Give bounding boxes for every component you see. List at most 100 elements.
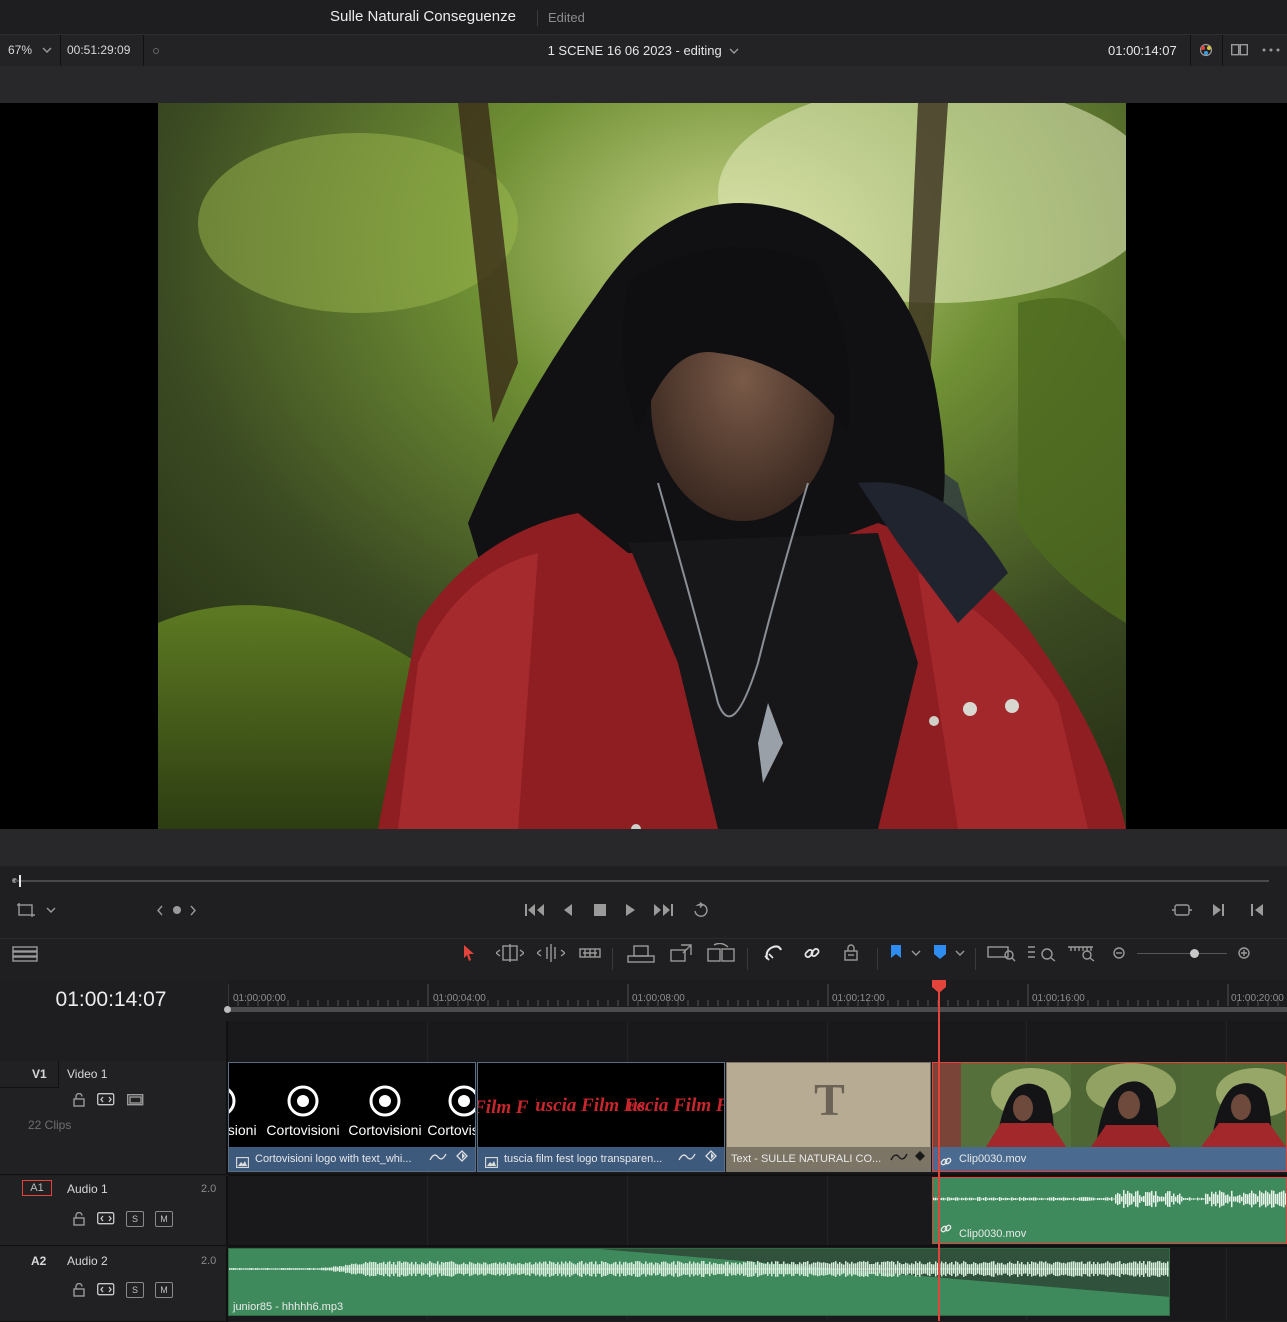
- replace-icon[interactable]: [706, 943, 736, 963]
- keyframe-icon[interactable]: [456, 1150, 468, 1165]
- waveform-bar: [1017, 1198, 1019, 1200]
- go-first-icon[interactable]: [525, 903, 545, 917]
- waveform-bar: [965, 1197, 967, 1201]
- chevron-down-icon[interactable]: [955, 950, 965, 957]
- chevron-down-icon[interactable]: [729, 48, 739, 55]
- timeline-ruler[interactable]: [228, 980, 1287, 1021]
- next-marker-icon[interactable]: [189, 905, 197, 916]
- flag-icon[interactable]: [890, 944, 902, 962]
- solo-button[interactable]: S: [126, 1282, 144, 1298]
- curve-icon[interactable]: [429, 1151, 447, 1166]
- timeline-timecode[interactable]: 01:00:14:07: [0, 988, 222, 1012]
- waveform-bar: [1055, 1198, 1057, 1200]
- track-header-a2[interactable]: A2 Audio 2 2.0 S M: [0, 1247, 228, 1322]
- waveform-bar: [1269, 1193, 1271, 1205]
- waveform-bar: [1013, 1197, 1015, 1201]
- keyframe-icon[interactable]: [705, 1150, 717, 1165]
- loop-icon[interactable]: [692, 902, 712, 918]
- track-name[interactable]: Video 1: [67, 1067, 107, 1081]
- snap-icon[interactable]: [763, 944, 783, 962]
- step-back-icon[interactable]: [562, 903, 574, 917]
- prev-edit-icon[interactable]: [1250, 903, 1264, 917]
- scrubber-handle[interactable]: [19, 875, 21, 887]
- waveform-bar: [953, 1198, 955, 1200]
- curve-icon[interactable]: [678, 1151, 696, 1166]
- lock-icon[interactable]: [73, 1283, 85, 1297]
- audio-clip-clip0030[interactable]: Clip0030.mov: [932, 1177, 1287, 1244]
- waveform-bar: [1091, 1197, 1093, 1201]
- go-last-icon[interactable]: [653, 903, 673, 917]
- more-options-icon[interactable]: [1262, 48, 1280, 52]
- waveform-bar: [1031, 1197, 1033, 1201]
- zoom-custom-icon[interactable]: [1067, 944, 1097, 962]
- stop-icon[interactable]: [593, 903, 607, 917]
- waveform-bar: [1247, 1194, 1249, 1204]
- toolbar-divider: [747, 948, 748, 970]
- mute-button[interactable]: M: [155, 1211, 173, 1227]
- prev-marker-icon[interactable]: [156, 905, 164, 916]
- waveform-bar: [1169, 1191, 1171, 1207]
- blade-icon[interactable]: [579, 944, 601, 962]
- color-wheel-icon[interactable]: [1198, 42, 1214, 58]
- logo-thumb: Tuscia Film Fest: [478, 1077, 550, 1137]
- waveform-bar: [941, 1197, 943, 1201]
- video-clip-tuscia[interactable]: Tuscia Film Fest Tuscia Film Fest Tuscia…: [477, 1062, 725, 1172]
- track-name[interactable]: Audio 1: [67, 1182, 108, 1196]
- auto-select-icon[interactable]: [97, 1283, 115, 1296]
- waveform-bar: [1231, 1190, 1233, 1208]
- lock-icon[interactable]: [73, 1212, 85, 1226]
- next-edit-icon[interactable]: [1212, 903, 1226, 917]
- track-name[interactable]: Audio 2: [67, 1254, 108, 1268]
- track-visibility-icon[interactable]: [127, 1094, 144, 1106]
- zoom-full-icon[interactable]: [987, 944, 1017, 962]
- solo-button[interactable]: S: [126, 1211, 144, 1227]
- marker-dot-icon[interactable]: [173, 906, 181, 914]
- zoom-detail-icon[interactable]: [1027, 944, 1057, 962]
- pointer-icon[interactable]: [462, 944, 476, 962]
- waveform-bar: [1167, 1191, 1169, 1207]
- crop-icon[interactable]: [17, 903, 35, 917]
- audio-clip-music[interactable]: junior85 - hhhhh6.mp3: [228, 1248, 1170, 1316]
- video-clip-clip0030[interactable]: Clip0030.mov: [932, 1062, 1287, 1172]
- timeline-name[interactable]: 1 SCENE 16 06 2023 - editing: [0, 43, 1287, 58]
- zoom-slider-track[interactable]: [1137, 953, 1227, 954]
- link-icon[interactable]: [803, 944, 821, 962]
- zoom-out-icon[interactable]: [1113, 947, 1125, 959]
- track-header-a1[interactable]: A1 Audio 1 2.0 S M: [0, 1176, 228, 1246]
- toolbar-divider: [975, 948, 976, 970]
- insert-icon[interactable]: [627, 944, 655, 964]
- transport-bar: [0, 866, 1287, 938]
- chevron-down-icon[interactable]: [46, 907, 56, 914]
- lock-icon[interactable]: [73, 1093, 85, 1107]
- auto-select-icon[interactable]: [97, 1212, 115, 1225]
- waveform-bar: [1087, 1197, 1089, 1201]
- link-icon: [940, 1153, 952, 1171]
- dynamic-trim-icon[interactable]: [537, 944, 565, 962]
- dual-viewer-icon[interactable]: [1231, 44, 1248, 56]
- chevron-down-icon[interactable]: [911, 950, 921, 957]
- zoom-in-icon[interactable]: [1238, 947, 1250, 959]
- match-frame-icon[interactable]: [1172, 903, 1192, 917]
- timeline-options-icon[interactable]: [12, 946, 38, 962]
- mute-button[interactable]: M: [155, 1282, 173, 1298]
- playhead[interactable]: [938, 986, 940, 1321]
- auto-select-icon[interactable]: [97, 1093, 115, 1106]
- video-clip-text-title[interactable]: T Text - SULLE NATURALI CO...: [726, 1062, 931, 1172]
- waveform-bar: [1155, 1191, 1157, 1207]
- playhead-handle[interactable]: [932, 980, 946, 997]
- curve-icon[interactable]: [890, 1151, 908, 1166]
- scrubber-track[interactable]: [15, 880, 1269, 882]
- trim-icon[interactable]: [496, 944, 524, 962]
- waveform-bar: [1105, 1197, 1107, 1201]
- waveform-bar: [1011, 1197, 1013, 1201]
- waveform-bar: [1183, 1197, 1185, 1201]
- overwrite-icon[interactable]: [669, 943, 693, 963]
- zoom-slider-handle[interactable]: [1190, 949, 1199, 958]
- marker-icon[interactable]: [933, 944, 947, 962]
- track-header-v1[interactable]: V1 Video 1 22 Clips: [0, 1061, 228, 1175]
- track-id[interactable]: A1: [22, 1180, 52, 1196]
- keyframe-icon[interactable]: [914, 1150, 926, 1165]
- video-clip-cortovisioni[interactable]: Cortovisioni Cortovisioni Cortovisioni C…: [228, 1062, 476, 1172]
- lock-icon[interactable]: [843, 944, 859, 962]
- play-icon[interactable]: [624, 903, 636, 917]
